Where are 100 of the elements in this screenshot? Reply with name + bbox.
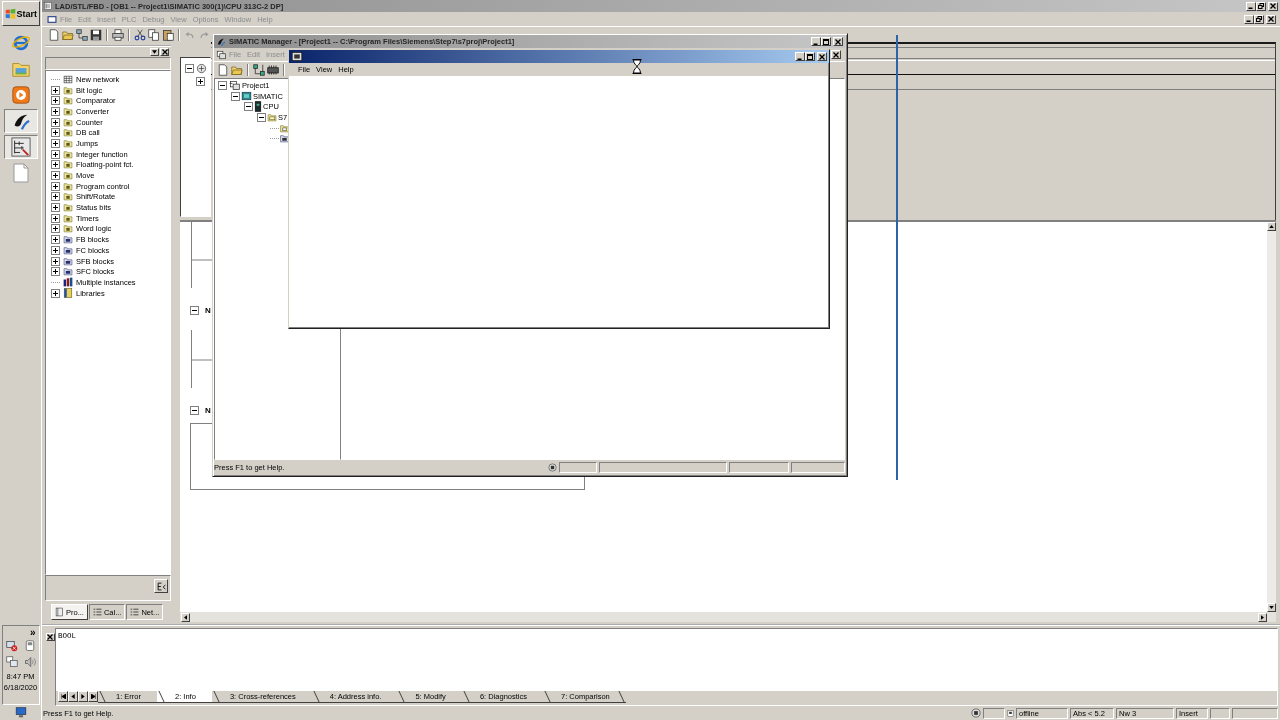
scroll-left-icon — [184, 614, 187, 620]
hourglass-icon — [632, 59, 642, 74]
collapse-icon[interactable] — [185, 64, 194, 73]
close-button[interactable] — [160, 48, 169, 56]
minimize-button[interactable] — [795, 52, 805, 61]
horizontal-scrollbar[interactable] — [180, 612, 1276, 622]
expand-icon[interactable] — [51, 117, 60, 127]
network-config-icon[interactable] — [253, 64, 265, 76]
expand-icon[interactable] — [51, 96, 60, 106]
expand-icon[interactable] — [51, 160, 60, 170]
minimize-button[interactable] — [1244, 14, 1254, 24]
bars-icon — [63, 277, 73, 288]
folder-icon — [63, 224, 73, 234]
copy-icon[interactable] — [148, 28, 160, 41]
maximize-button[interactable] — [805, 52, 815, 61]
expand-icon[interactable] — [51, 192, 60, 202]
expand-icon[interactable] — [51, 213, 60, 223]
last-icon — [90, 694, 96, 699]
first-button[interactable] — [58, 691, 68, 702]
glyph-icon — [156, 581, 166, 591]
block-icon — [63, 267, 73, 277]
minimize-button[interactable] — [811, 37, 821, 46]
collapse-icon[interactable] — [218, 80, 227, 90]
save-icon[interactable] — [90, 28, 102, 41]
card-icon — [1007, 708, 1014, 718]
status-pane — [983, 707, 1005, 719]
folder-icon — [63, 128, 73, 138]
expand-icon[interactable] — [51, 171, 60, 181]
blocks-folder-icon — [280, 134, 289, 144]
open-folder-icon[interactable] — [231, 64, 243, 76]
folder-icon — [63, 117, 73, 127]
expand-icon[interactable] — [51, 128, 60, 138]
folder-icon — [63, 106, 73, 116]
cpu-icon — [254, 101, 262, 113]
browser-icon — [10, 33, 31, 53]
circle-square-icon — [548, 462, 557, 472]
expand-icon[interactable] — [51, 181, 60, 191]
start-button[interactable]: Start — [1, 1, 40, 26]
expand-icon[interactable] — [51, 256, 60, 266]
scroll-down-icon — [1269, 606, 1274, 609]
expand-icon[interactable] — [51, 224, 60, 234]
new-file-icon[interactable] — [217, 64, 229, 76]
maximize-icon — [823, 38, 829, 45]
collapse-icon[interactable] — [257, 112, 266, 122]
panel-menu-button[interactable] — [150, 48, 159, 56]
paste-icon[interactable] — [162, 28, 174, 41]
restore-button[interactable] — [1254, 14, 1264, 24]
collapse-icon[interactable] — [244, 102, 253, 112]
maximize-button[interactable] — [821, 37, 831, 46]
program-folder-icon — [267, 112, 277, 122]
expand-icon[interactable] — [51, 203, 60, 213]
network-nodes-icon[interactable] — [76, 28, 88, 41]
circle-square-icon — [971, 708, 981, 718]
vertical-scrollbar[interactable] — [1267, 222, 1276, 612]
expand-icon[interactable] — [51, 267, 60, 277]
close-icon — [161, 49, 168, 55]
play-icon — [11, 86, 30, 104]
dropdown-icon — [152, 50, 157, 54]
list-icon — [130, 607, 140, 617]
window-icon — [291, 51, 303, 62]
previous-button[interactable] — [68, 691, 78, 702]
desktop-icon — [14, 707, 27, 718]
status-pane — [729, 461, 789, 473]
collapse-icon[interactable] — [231, 91, 240, 101]
close-icon — [833, 51, 839, 58]
cut-icon[interactable] — [134, 28, 146, 41]
expand-icon[interactable] — [51, 245, 60, 255]
new-file-icon[interactable] — [48, 28, 60, 41]
expand-icon[interactable] — [51, 235, 60, 245]
scroll-up-icon — [1269, 225, 1274, 228]
status-pane — [791, 461, 845, 473]
expand-icon[interactable] — [51, 85, 60, 95]
next-icon — [81, 694, 85, 699]
network-title: N — [205, 305, 211, 315]
tool-button[interactable] — [154, 579, 168, 593]
restore-button[interactable] — [1256, 1, 1266, 11]
open-folder-icon[interactable] — [62, 28, 74, 41]
expand-icon[interactable] — [196, 77, 205, 86]
expand-icon[interactable] — [51, 106, 60, 116]
previous-icon — [71, 694, 75, 699]
maximize-icon — [807, 53, 813, 60]
taskbar-button[interactable] — [3, 135, 38, 159]
station-icon — [241, 91, 252, 102]
expand-icon[interactable] — [51, 138, 60, 148]
restore-icon — [1258, 3, 1264, 9]
last-button[interactable] — [88, 691, 98, 702]
close-icon — [819, 53, 825, 60]
collapse-icon[interactable] — [190, 405, 199, 415]
device-icon — [23, 640, 36, 652]
next-button[interactable] — [78, 691, 88, 702]
tray-expand-button[interactable]: » — [29, 628, 36, 638]
expand-icon[interactable] — [51, 149, 60, 159]
print-icon[interactable] — [112, 28, 124, 41]
hardware-icon[interactable] — [267, 64, 279, 76]
collapse-icon[interactable] — [190, 305, 199, 315]
minimize-button[interactable] — [1246, 1, 1256, 11]
folder-icon — [63, 85, 73, 95]
expand-icon[interactable] — [51, 288, 60, 298]
taskbar-button[interactable] — [3, 109, 38, 133]
folder-icon — [63, 149, 73, 159]
